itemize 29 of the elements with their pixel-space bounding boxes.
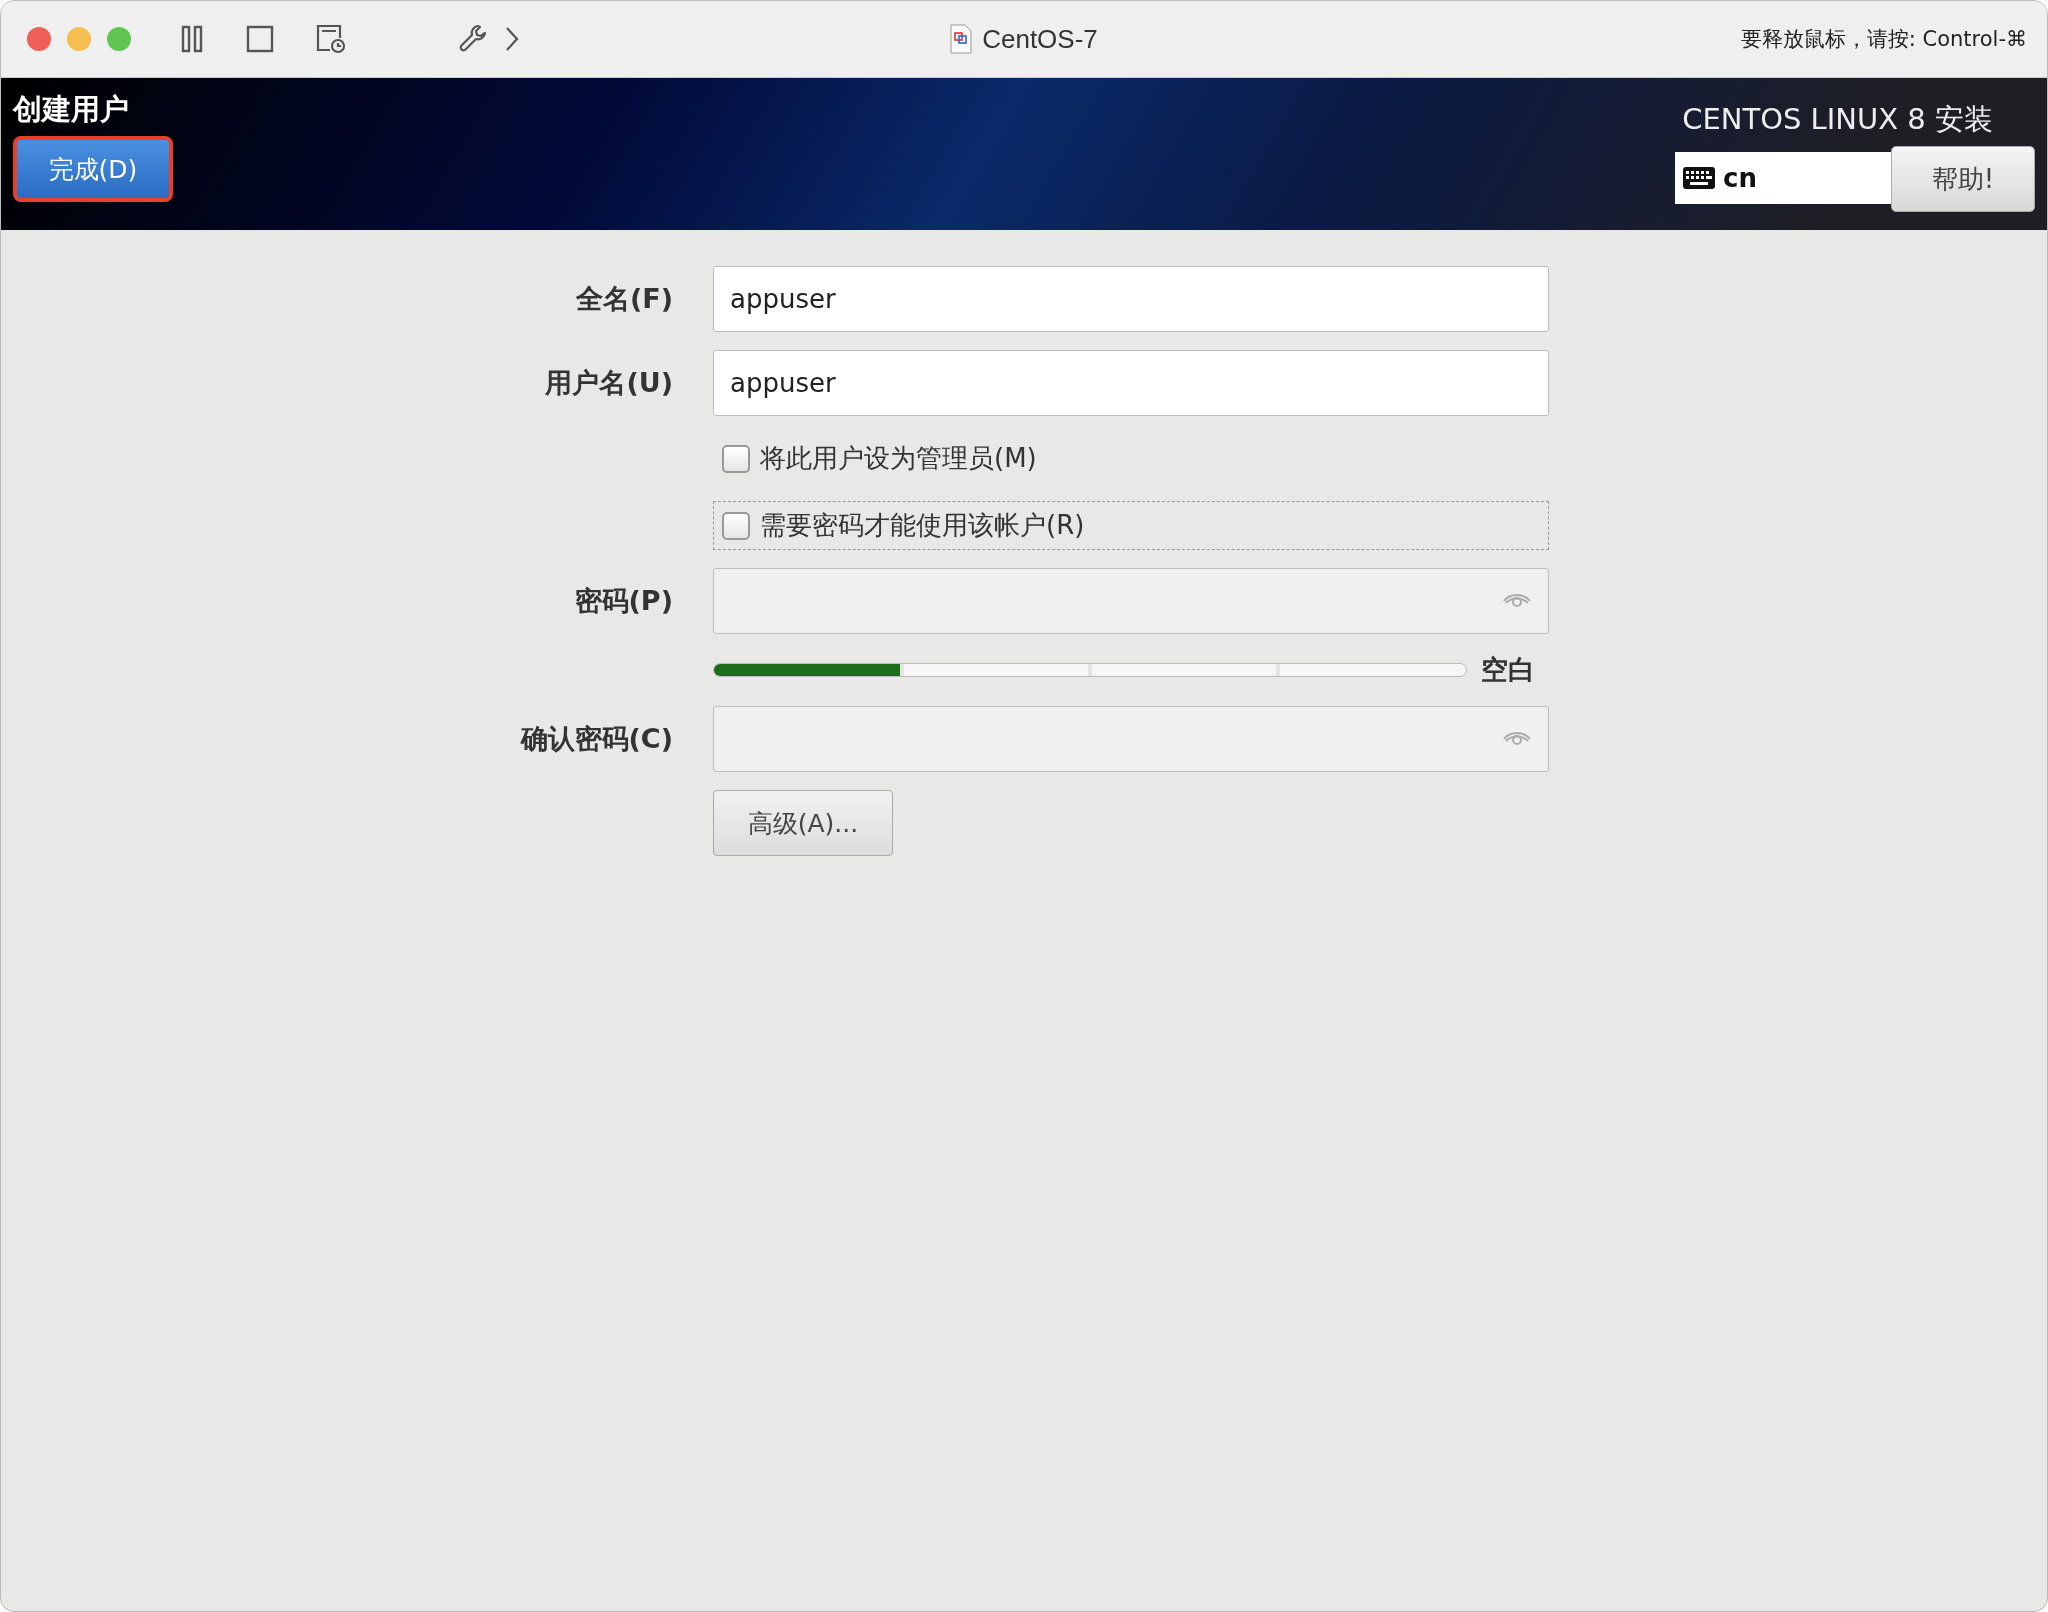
window-title: CentOS-7	[982, 23, 1098, 55]
confirm-password-field[interactable]	[713, 706, 1549, 772]
checkbox[interactable]	[722, 444, 750, 473]
close-icon[interactable]	[27, 27, 51, 51]
keyboard-icon	[1683, 167, 1715, 189]
field-label: 密码(P)	[574, 584, 673, 618]
full-name-field[interactable]: appuser	[713, 266, 1549, 332]
username-field[interactable]: appuser	[713, 350, 1549, 416]
release-mouse-hint: 要释放鼠标，请按: Control-⌘	[1740, 26, 2027, 53]
help-button[interactable]: 帮助!	[1891, 146, 2035, 212]
checkbox[interactable]	[722, 511, 750, 540]
keyboard-layout-indicator[interactable]: cn	[1675, 152, 1891, 204]
pause-icon[interactable]	[181, 24, 205, 54]
advanced-button[interactable]: 高级(A)...	[713, 790, 893, 856]
snapshot-icon[interactable]	[315, 23, 347, 55]
zoom-icon[interactable]	[107, 27, 131, 51]
product-title: CENTOS LINUX 8 安装	[1682, 101, 1993, 138]
document-icon	[950, 24, 973, 54]
field-label: 确认密码(C)	[520, 722, 673, 756]
minimize-icon[interactable]	[67, 27, 91, 51]
field-label: 用户名(U)	[545, 366, 673, 400]
password-field[interactable]	[713, 568, 1549, 634]
done-button[interactable]: 完成(D)	[13, 136, 173, 202]
checkbox-label[interactable]: 将此用户设为管理员(M)	[760, 441, 1037, 476]
chevron-right-icon[interactable]	[503, 25, 521, 53]
field-label: 全名(F)	[575, 282, 673, 316]
strength-reading: 空白	[1481, 653, 1535, 687]
page-title: 创建用户	[13, 91, 130, 128]
window-icon[interactable]	[245, 24, 275, 54]
